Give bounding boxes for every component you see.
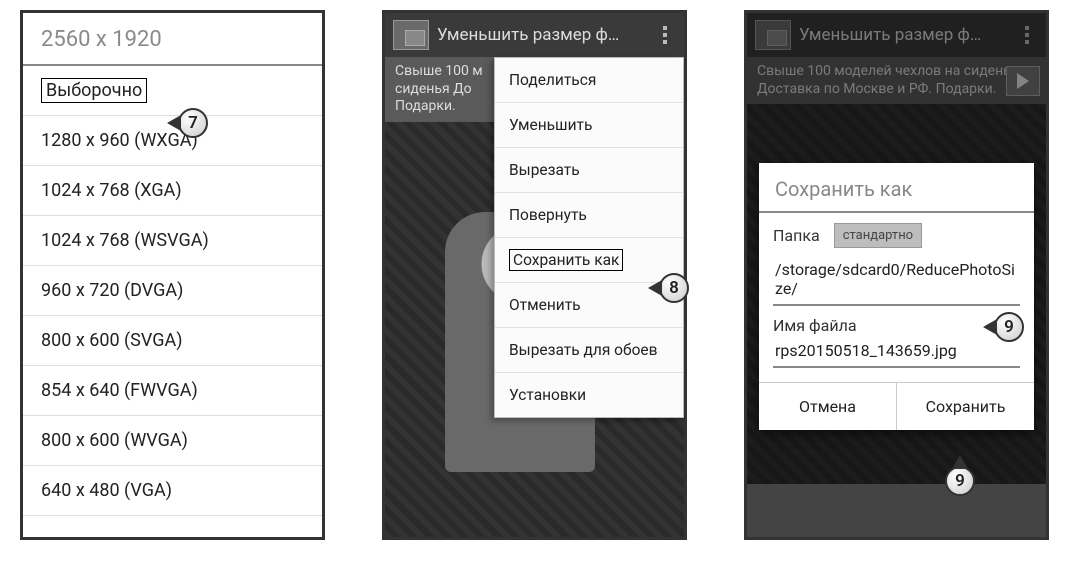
menu-label: Повернуть	[509, 206, 587, 224]
filename-value: rps20150518_143659.jpg	[775, 341, 957, 360]
callout-9b: 9	[945, 466, 975, 496]
save-button[interactable]: Сохранить	[897, 383, 1034, 430]
default-folder-button[interactable]: стандартно	[834, 223, 922, 248]
app-icon	[755, 20, 791, 50]
ad-arrow-icon[interactable]	[1006, 66, 1040, 96]
menu-rotate[interactable]: Повернуть	[495, 193, 683, 238]
resolution-item[interactable]: 1024 x 768 (XGA)	[23, 166, 322, 216]
app-title: Уменьшить размер ф…	[799, 25, 981, 45]
resolution-item-label: 640 x 480 (VGA)	[41, 480, 172, 501]
app-bar: Уменьшить размер ф…	[747, 13, 1046, 57]
resolution-item[interactable]: 960 x 720 (DVGA)	[23, 266, 322, 316]
resolution-item-label: Выборочно	[41, 78, 147, 103]
callout-8: 8	[659, 273, 689, 303]
resolution-item[interactable]: 854 x 640 (FWVGA)	[23, 366, 322, 416]
context-menu: Поделиться Уменьшить Вырезать Повернуть …	[494, 57, 684, 418]
filename-input[interactable]: rps20150518_143659.jpg	[773, 335, 1020, 368]
resolution-title: 2560 x 1920	[23, 13, 322, 66]
ad-text: Свыше 100 м сиденья До Подарки.	[395, 63, 483, 114]
app-bar: Уменьшить размер ф…	[385, 13, 684, 57]
resolution-item[interactable]: 1024 x 768 (WSVGA)	[23, 216, 322, 266]
callout-9a: 9	[994, 312, 1024, 342]
app-icon	[393, 20, 429, 50]
phone-2: Уменьшить размер ф… Свыше 100 м сиденья …	[382, 10, 687, 540]
overflow-menu-icon[interactable]	[1016, 26, 1038, 44]
menu-label: Вырезать для обоев	[509, 341, 658, 359]
resolution-item[interactable]: 800 x 600 (WVGA)	[23, 416, 322, 466]
menu-label: Отменить	[509, 296, 581, 314]
folder-path-input[interactable]: /storage/sdcard0/ReducePhotoSize/	[773, 254, 1020, 306]
resolution-item-label: 960 x 720 (DVGA)	[41, 280, 183, 301]
ad-text: Свыше 100 моделей чехлов на сиденья Дост…	[757, 63, 1018, 97]
menu-label: Установки	[509, 386, 586, 404]
resolution-item-label: 800 x 600 (WVGA)	[41, 430, 188, 451]
resolution-item-custom[interactable]: Выборочно	[23, 66, 322, 116]
menu-label: Сохранить как	[509, 249, 623, 271]
resolution-item-label: 800 x 600 (SVGA)	[41, 330, 183, 351]
resolution-item[interactable]: 640 x 480 (VGA)	[23, 466, 322, 516]
dialog-title: Сохранить как	[759, 163, 1034, 213]
menu-crop[interactable]: Вырезать	[495, 148, 683, 193]
resolution-item-label: 1280 x 960 (WXGA)	[41, 130, 198, 151]
menu-label: Вырезать	[509, 161, 580, 179]
menu-share[interactable]: Поделиться	[495, 58, 683, 103]
resolution-item-label: 854 x 640 (FWVGA)	[41, 380, 198, 401]
resolution-item[interactable]: 800 x 600 (SVGA)	[23, 316, 322, 366]
ad-banner[interactable]: Свыше 100 моделей чехлов на сиденья Дост…	[747, 57, 1046, 104]
phone-3: Уменьшить размер ф… Свыше 100 моделей че…	[744, 10, 1049, 540]
folder-path-value: /storage/sdcard0/ReducePhotoSize/	[775, 260, 1015, 298]
menu-wallpaper[interactable]: Вырезать для обоев	[495, 328, 683, 373]
menu-save-as[interactable]: Сохранить как	[495, 238, 683, 283]
save-as-dialog: Сохранить как Папка стандартно /storage/…	[759, 163, 1034, 430]
cancel-button[interactable]: Отмена	[759, 383, 897, 430]
menu-settings[interactable]: Установки	[495, 373, 683, 417]
phone-1: 2560 x 1920 Выборочно 1280 x 960 (WXGA) …	[20, 10, 325, 540]
menu-label: Поделиться	[509, 71, 596, 89]
resolution-picker: 2560 x 1920 Выборочно 1280 x 960 (WXGA) …	[23, 13, 322, 537]
callout-7: 7	[178, 108, 208, 138]
overflow-menu-icon[interactable]	[654, 26, 676, 44]
menu-reduce[interactable]: Уменьшить	[495, 103, 683, 148]
resolution-item-label: 1024 x 768 (WSVGA)	[41, 230, 209, 251]
app-title: Уменьшить размер ф…	[437, 25, 619, 45]
resolution-item-label: 1024 x 768 (XGA)	[41, 180, 182, 201]
folder-label: Папка	[773, 226, 820, 245]
menu-label: Уменьшить	[509, 116, 592, 134]
